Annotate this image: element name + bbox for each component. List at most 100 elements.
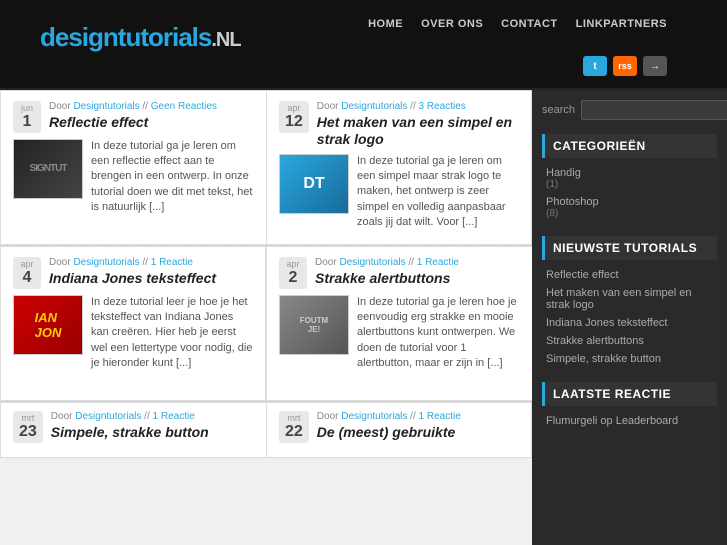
post-1-body: SIGNTUT In deze tutorial ga je leren om … — [13, 139, 254, 216]
post-3-byline: Door Designtutorials // 1 Reactie — [49, 257, 253, 268]
sidebar-newest-4[interactable]: Strakke alertbuttons — [546, 332, 713, 350]
sidebar-last-reaction-title: LAATSTE REACTIE — [542, 382, 717, 406]
post-3-thumbnail: IANJON — [13, 295, 83, 355]
post-4-byline: Door Designtutorials // 1 Reactie — [315, 257, 520, 268]
sidebar-category-handig-count: (1) — [546, 179, 713, 190]
post-2-author-link[interactable]: Designtutorials — [341, 101, 407, 112]
post-2-body: DT In deze tutorial ga je leren om een s… — [279, 154, 519, 231]
post-5-byline: Door Designtutorials // 1 Reactie — [51, 411, 254, 422]
post-6-header: mrt 22 Door Designtutorials // 1 Reactie… — [279, 411, 519, 443]
post-6-reactions-link[interactable]: 1 Reactie — [419, 411, 461, 422]
sidebar-category-handig[interactable]: Handig (1) — [546, 164, 713, 193]
post-1-author-link[interactable]: Designtutorials — [73, 101, 139, 112]
sidebar-category-photoshop-count: (8) — [546, 208, 713, 219]
post-4-month: apr — [286, 259, 299, 269]
post-4: apr 2 Door Designtutorials // 1 Reactie … — [266, 246, 532, 401]
sidebar-last-reaction-list: Flumurgeli op Leaderboard — [542, 412, 717, 430]
post-6-month: mrt — [287, 413, 300, 423]
post-2-thumbnail: DT — [279, 154, 349, 214]
nav-over-ons[interactable]: OVER ONS — [421, 18, 483, 30]
post-4-day: 2 — [289, 269, 298, 287]
post-3-body: IANJON In deze tutorial leer je hoe je h… — [13, 295, 253, 372]
post-4-title-area: Door Designtutorials // 1 Reactie Strakk… — [315, 257, 520, 287]
social-icons: t rss → — [583, 56, 667, 76]
post-5: mrt 23 Door Designtutorials // 1 Reactie… — [0, 402, 266, 458]
nav-home[interactable]: HOME — [368, 18, 403, 30]
search-input[interactable] — [581, 100, 727, 120]
sidebar-newest-1[interactable]: Reflectie effect — [546, 266, 713, 284]
post-4-thumbnail: FOUTMJE! — [279, 295, 349, 355]
post-6-author-link[interactable]: Designtutorials — [341, 411, 407, 422]
post-3-title: Indiana Jones teksteffect — [49, 270, 253, 287]
logo-suffix: .NL — [211, 29, 240, 51]
post-3-reactions-link[interactable]: 1 Reactie — [151, 257, 193, 268]
post-2-day: 12 — [285, 113, 303, 131]
post-6-day: 22 — [285, 423, 303, 441]
logo: designtutorials.NL — [40, 22, 241, 53]
post-4-thumb-image: FOUTMJE! — [280, 296, 348, 354]
post-5-header: mrt 23 Door Designtutorials // 1 Reactie… — [13, 411, 254, 443]
post-1-header: jun 1 Door Designtutorials // Geen React… — [13, 101, 254, 133]
sidebar-newest-3[interactable]: Indiana Jones teksteffect — [546, 314, 713, 332]
post-3-day: 4 — [23, 269, 32, 287]
post-1-date: jun 1 — [13, 101, 41, 133]
sidebar-categories-list: Handig (1) Photoshop (8) — [542, 164, 717, 222]
post-1-day: 1 — [23, 113, 32, 131]
post-2-month: apr — [287, 103, 300, 113]
share-icon[interactable]: → — [643, 56, 667, 76]
post-1-byline: Door Designtutorials // Geen Reacties — [49, 101, 254, 112]
post-5-author-link[interactable]: Designtutorials — [75, 411, 141, 422]
search-label: search — [542, 104, 575, 116]
post-4-reactions-link[interactable]: 1 Reactie — [417, 257, 459, 268]
post-5-title-area: Door Designtutorials // 1 Reactie Simpel… — [51, 411, 254, 441]
post-6: mrt 22 Door Designtutorials // 1 Reactie… — [266, 402, 532, 458]
post-1-month: jun — [21, 103, 33, 113]
navigation: HOME OVER ONS CONTACT LINKPARTNERS — [368, 18, 667, 30]
sidebar-newest-2[interactable]: Het maken van een simpel en strak logo — [546, 284, 713, 314]
post-2-thumb-image: DT — [280, 155, 348, 213]
post-2-reactions-link[interactable]: 3 Reacties — [419, 101, 466, 112]
post-2-header: apr 12 Door Designtutorials // 3 Reactie… — [279, 101, 519, 148]
sidebar-category-handig-link[interactable]: Handig — [546, 167, 713, 179]
post-2-excerpt: In deze tutorial ga je leren om een simp… — [357, 154, 519, 231]
post-6-title-area: Door Designtutorials // 1 Reactie De (me… — [317, 411, 519, 441]
sidebar-newest-title: NIEUWSTE TUTORIALS — [542, 236, 717, 260]
post-5-reactions-link[interactable]: 1 Reactie — [153, 411, 195, 422]
sidebar-category-photoshop[interactable]: Photoshop (8) — [546, 193, 713, 222]
post-1-thumb-image: SIGNTUT — [14, 140, 82, 198]
post-2-title-area: Door Designtutorials // 3 Reacties Het m… — [317, 101, 519, 148]
sidebar-newest: NIEUWSTE TUTORIALS Reflectie effect Het … — [542, 236, 717, 368]
post-2-byline: Door Designtutorials // 3 Reacties — [317, 101, 519, 112]
sidebar-category-photoshop-link[interactable]: Photoshop — [546, 196, 713, 208]
post-3-header: apr 4 Door Designtutorials // 1 Reactie … — [13, 257, 253, 289]
post-2-title: Het maken van een simpel en strak logo — [317, 114, 519, 148]
post-3-month: apr — [20, 259, 33, 269]
post-5-day: 23 — [19, 423, 37, 441]
sidebar-last-reaction-1[interactable]: Flumurgeli op Leaderboard — [546, 412, 713, 430]
post-3-thumb-image: IANJON — [14, 296, 82, 354]
post-4-header: apr 2 Door Designtutorials // 1 Reactie … — [279, 257, 520, 289]
sidebar: search CATEGORIEËN Handig (1) Photoshop … — [532, 90, 727, 545]
sidebar-categories: CATEGORIEËN Handig (1) Photoshop (8) — [542, 134, 717, 222]
post-1-reactions-link[interactable]: Geen Reacties — [151, 101, 217, 112]
sidebar-newest-5[interactable]: Simpele, strakke button — [546, 350, 713, 368]
header: designtutorials.NL HOME OVER ONS CONTACT… — [0, 0, 727, 90]
sidebar-categories-title: CATEGORIEËN — [542, 134, 717, 158]
post-4-author-link[interactable]: Designtutorials — [339, 257, 405, 268]
nav-contact[interactable]: CONTACT — [501, 18, 557, 30]
post-1-excerpt: In deze tutorial ga je leren om een refl… — [91, 139, 254, 216]
post-2: apr 12 Door Designtutorials // 3 Reactie… — [266, 90, 532, 245]
sidebar-newest-list: Reflectie effect Het maken van een simpe… — [542, 266, 717, 368]
post-4-body: FOUTMJE! In deze tutorial ga je leren ho… — [279, 295, 520, 372]
post-4-date: apr 2 — [279, 257, 307, 289]
rss-icon[interactable]: rss — [613, 56, 637, 76]
post-1-thumbnail: SIGNTUT — [13, 139, 83, 199]
logo-text: designtutorials — [40, 22, 211, 52]
search-box: search — [542, 100, 717, 120]
post-6-byline: Door Designtutorials // 1 Reactie — [317, 411, 519, 422]
nav-linkpartners[interactable]: LINKPARTNERS — [576, 18, 667, 30]
twitter-icon[interactable]: t — [583, 56, 607, 76]
post-5-title: Simpele, strakke button — [51, 424, 254, 441]
content-area: jun 1 Door Designtutorials // Geen React… — [0, 90, 532, 545]
post-3-author-link[interactable]: Designtutorials — [73, 257, 139, 268]
